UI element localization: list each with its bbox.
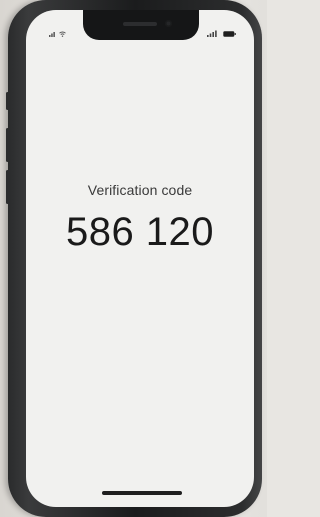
wifi-icon bbox=[59, 31, 66, 37]
background: Verification code 586 120 bbox=[0, 0, 267, 517]
status-bar-right bbox=[207, 30, 236, 37]
verification-code: 586 120 bbox=[65, 210, 215, 254]
front-camera bbox=[165, 20, 172, 27]
verification-label: Verification code bbox=[87, 182, 193, 198]
phone-screen: Verification code 586 120 bbox=[26, 10, 254, 507]
verification-panel: Verification code 586 120 bbox=[26, 182, 254, 255]
notch bbox=[83, 10, 199, 40]
volume-down-button bbox=[6, 170, 9, 204]
status-bar-left bbox=[49, 30, 66, 37]
earpiece-speaker bbox=[123, 22, 157, 26]
mute-switch bbox=[6, 92, 9, 110]
home-indicator[interactable] bbox=[102, 491, 182, 495]
cellular-bars-icon bbox=[207, 30, 217, 37]
battery-icon bbox=[223, 31, 236, 37]
volume-up-button bbox=[6, 128, 9, 162]
cellular-signal-icon bbox=[49, 32, 55, 37]
